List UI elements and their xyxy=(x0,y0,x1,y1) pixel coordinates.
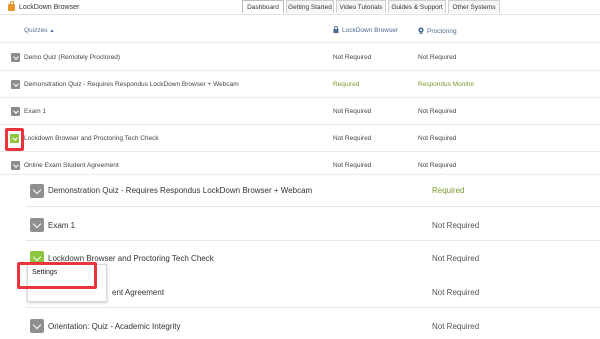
lockdown-status: Not Required xyxy=(432,254,480,263)
expand-chevron-icon[interactable] xyxy=(11,161,20,170)
lockdown-status: Not Required xyxy=(432,288,480,297)
lockdown-status: Not Required xyxy=(333,54,372,61)
row-divider xyxy=(26,240,600,241)
app-title: LockDown Browser xyxy=(8,0,80,13)
column-header-proctoring-label: Proctoring xyxy=(427,28,457,35)
row-divider xyxy=(0,97,600,98)
proctoring-status: Not Required xyxy=(418,108,457,115)
quiz-name[interactable]: Demonstration Quiz - Requires Respondus … xyxy=(48,186,312,195)
column-header-quizzes[interactable]: Quizzes ▲ xyxy=(24,27,54,34)
lockdown-status: Required xyxy=(333,81,360,88)
row-divider xyxy=(26,307,600,308)
lock-icon xyxy=(8,0,15,11)
expand-chevron-icon[interactable] xyxy=(11,80,20,89)
row-divider xyxy=(0,174,600,175)
lockdown-status: Not Required xyxy=(333,135,372,142)
lockdown-status: Not Required xyxy=(333,108,372,115)
row-divider xyxy=(0,42,600,43)
tab-getting-started[interactable]: Getting Started xyxy=(286,0,334,13)
lock-icon xyxy=(333,26,339,33)
lockdown-status: Not Required xyxy=(333,162,372,169)
row-divider xyxy=(0,124,600,125)
proctoring-status: Not Required xyxy=(418,135,457,142)
webcam-icon xyxy=(418,27,424,34)
expand-chevron-icon[interactable] xyxy=(11,107,20,116)
quiz-name[interactable]: Demonstration Quiz - Requires Respondus … xyxy=(24,81,239,88)
tab-guides-support[interactable]: Guides & Support xyxy=(388,0,446,13)
row-divider xyxy=(0,151,600,152)
proctoring-status: Not Required xyxy=(418,54,457,61)
proctoring-status: Respondus Monitor xyxy=(418,81,475,88)
quiz-name[interactable]: Demo Quiz (Remotely Proctored) xyxy=(24,54,120,61)
app-title-text: LockDown Browser xyxy=(19,3,80,11)
highlight-box xyxy=(17,262,97,289)
tab-dashboard[interactable]: Dashboard xyxy=(242,0,284,13)
tab-other-systems[interactable]: Other Systems xyxy=(448,0,500,13)
sort-asc-icon: ▲ xyxy=(49,28,55,34)
lockdown-status: Required xyxy=(432,186,465,195)
quiz-name[interactable]: Lockdown Browser and Proctoring Tech Che… xyxy=(24,135,159,142)
row-divider xyxy=(0,70,600,71)
column-header-quizzes-label: Quizzes xyxy=(24,27,48,34)
expand-chevron-icon[interactable] xyxy=(30,218,44,232)
quiz-name[interactable]: Exam 1 xyxy=(24,108,46,115)
quiz-name[interactable]: Exam 1 xyxy=(48,221,75,230)
column-header-lockdown-label: LockDown Browser xyxy=(342,27,398,34)
lockdown-status: Not Required xyxy=(432,221,480,230)
row-divider xyxy=(26,206,600,207)
quiz-name[interactable]: Online Exam Student Agreement xyxy=(24,162,119,169)
tab-video-tutorials[interactable]: Video Tutorials xyxy=(336,0,386,13)
column-header-lockdown-browser[interactable]: LockDown Browser xyxy=(333,26,398,34)
column-header-proctoring[interactable]: Proctoring xyxy=(418,27,457,35)
proctoring-status: Not Required xyxy=(418,162,457,169)
quiz-name[interactable]: ent Agreement xyxy=(112,288,164,297)
expand-chevron-icon[interactable] xyxy=(30,184,44,198)
quiz-name[interactable]: Orientation: Quiz - Academic Integrity xyxy=(48,322,181,331)
lockdown-status: Not Required xyxy=(432,322,480,331)
expand-chevron-icon[interactable] xyxy=(11,53,20,62)
expand-chevron-icon[interactable] xyxy=(30,319,44,333)
expand-chevron-icon[interactable] xyxy=(10,134,19,143)
